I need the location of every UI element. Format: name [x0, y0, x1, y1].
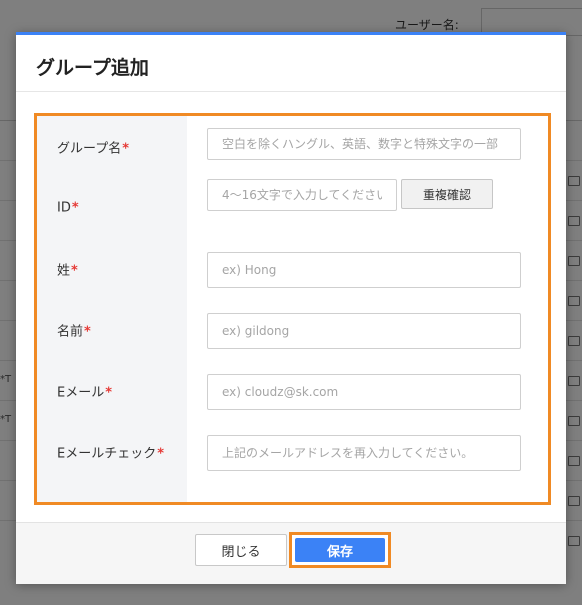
form-row-first-name: 名前* — [37, 299, 548, 360]
required-mark: * — [122, 141, 130, 156]
add-group-dialog: グループ追加 グループ名* ID* 重複確認 姓* 名前* Eメール* Eメール… — [16, 32, 566, 584]
first-name-label: 名前* — [57, 324, 91, 339]
group-name-input[interactable] — [207, 128, 521, 160]
last-name-label: 姓* — [57, 263, 78, 278]
required-mark: * — [71, 200, 79, 215]
email-confirm-label: Eメールチェック* — [57, 446, 165, 461]
group-name-label: グループ名* — [57, 141, 130, 156]
id-input[interactable] — [207, 179, 397, 211]
form-row-email-confirm: Eメールチェック* — [37, 421, 548, 482]
form-row-id: ID* 重複確認 — [37, 177, 548, 238]
save-button-highlight: 保存 — [289, 532, 391, 568]
email-label: Eメール* — [57, 385, 113, 400]
duplicate-check-button[interactable]: 重複確認 — [401, 179, 493, 209]
title-divider — [16, 91, 566, 92]
form-row-email: Eメール* — [37, 360, 548, 421]
required-mark: * — [71, 263, 78, 278]
required-mark: * — [157, 446, 165, 461]
dialog-title: グループ追加 — [36, 57, 149, 79]
required-mark: * — [84, 324, 91, 339]
email-input[interactable] — [207, 374, 521, 410]
form-row-last-name: 姓* — [37, 238, 548, 299]
dialog-footer: 閉じる 保存 — [16, 522, 566, 584]
close-button[interactable]: 閉じる — [195, 534, 287, 566]
save-button[interactable]: 保存 — [295, 538, 385, 562]
email-confirm-input[interactable] — [207, 435, 521, 471]
group-form: グループ名* ID* 重複確認 姓* 名前* Eメール* Eメールチェック* — [34, 113, 551, 505]
last-name-input[interactable] — [207, 252, 521, 288]
id-label: ID* — [57, 200, 79, 215]
first-name-input[interactable] — [207, 313, 521, 349]
required-mark: * — [105, 385, 113, 400]
form-row-group-name: グループ名* — [37, 116, 548, 177]
